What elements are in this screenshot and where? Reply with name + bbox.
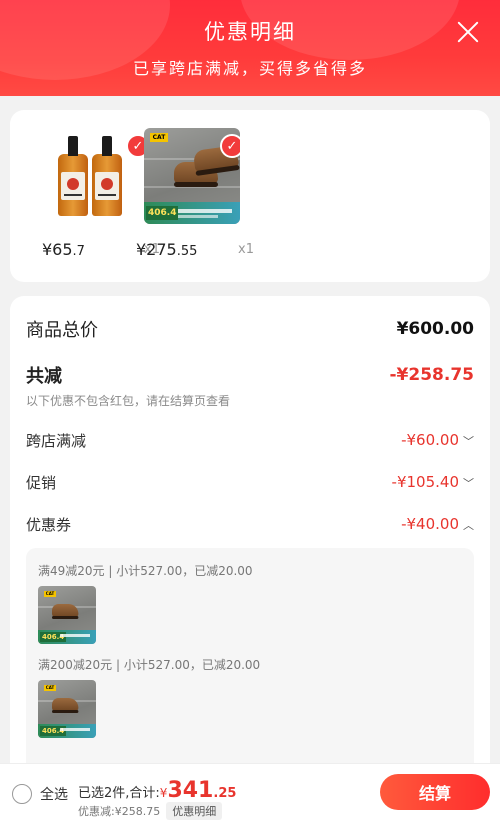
bottle-graphic <box>58 136 88 216</box>
coupon-discount-row[interactable]: 优惠券 -¥40.00 ︿ <box>26 512 474 536</box>
goods-total-row: 商品总价 ¥600.00 <box>26 316 474 342</box>
page-subtitle: 已享跨店满减，买得多省得多 <box>132 59 367 78</box>
brand-logo: CAT <box>44 685 56 691</box>
selected-check-icon[interactable]: ✓ <box>220 134 240 158</box>
cross-store-discount-row[interactable]: 跨店满减 -¥60.00 ﹀ <box>26 428 474 452</box>
row-label: 跨店满减 <box>26 431 87 450</box>
select-all-label[interactable]: 全选 <box>40 784 68 804</box>
brand-logo: CAT <box>44 591 56 597</box>
selected-products-card: ✓ ¥65.7 x1 CAT 406.4 ✓ ¥275.55 x1 <box>10 110 490 282</box>
discount-summary: 优惠减:¥258.75 优惠明细 <box>78 802 223 820</box>
row-value: -¥105.40 ﹀ <box>391 473 474 491</box>
row-value: -¥40.00 ︿ <box>401 515 474 533</box>
coupon-product-thumb[interactable]: CAT 406.4 <box>38 586 96 644</box>
brand-logo: CAT <box>150 133 168 142</box>
promo-strip: 406.4 <box>38 630 96 644</box>
selected-check-icon[interactable]: ✓ <box>126 134 146 158</box>
promotion-discount-row[interactable]: 促销 -¥105.40 ﹀ <box>26 470 474 494</box>
selected-total: 已选2件,合计:¥341.25 <box>78 778 237 803</box>
row-label: 促销 <box>26 473 57 492</box>
close-icon[interactable] <box>454 18 482 46</box>
promo-strip: 406.4 <box>144 202 240 224</box>
bottle-graphic <box>92 136 122 216</box>
product-quantity: x1 <box>238 242 254 257</box>
coupon-rule-text: 满200减20元 | 小计527.00，已减20.00 <box>38 658 261 672</box>
total-reduction-row: 共减 -¥258.75 <box>26 362 474 388</box>
chevron-up-icon[interactable]: ︿ <box>463 517 474 533</box>
discount-note: 以下优惠不包含红包，请在结算页查看 <box>26 394 231 408</box>
chevron-down-icon[interactable]: ﹀ <box>463 433 474 449</box>
product-price: ¥275.55 <box>136 240 198 259</box>
checkout-button[interactable]: 结算 <box>380 774 490 810</box>
promo-strip: 406.4 <box>38 724 96 738</box>
row-value: -¥60.00 ﹀ <box>401 431 474 449</box>
goods-total-label: 商品总价 <box>26 320 98 341</box>
checkout-bar: 全选 已选2件,合计:¥341.25 优惠减:¥258.75 优惠明细 结算 <box>0 763 500 820</box>
promo-detail-button[interactable]: 优惠明细 <box>166 802 223 820</box>
row-label: 优惠券 <box>26 515 72 534</box>
chevron-down-icon[interactable]: ﹀ <box>463 475 474 491</box>
select-all-radio[interactable] <box>12 784 32 804</box>
product-image-shoes[interactable]: CAT 406.4 ✓ <box>144 128 240 224</box>
coupon-product-thumb[interactable]: CAT 406.4 <box>38 680 96 738</box>
promo-detail-header: 优惠明细 已享跨店满减，买得多省得多 <box>0 0 500 96</box>
total-reduction-value: -¥258.75 <box>389 365 475 385</box>
goods-total-value: ¥600.00 <box>396 319 474 339</box>
coupon-rule-text: 满49减20元 | 小计527.00，已减20.00 <box>38 564 253 578</box>
total-reduction-label: 共减 <box>26 366 62 387</box>
product-price: ¥65.7 <box>42 240 85 259</box>
discount-detail-card: 商品总价 ¥600.00 共减 -¥258.75 以下优惠不包含红包，请在结算页… <box>10 296 490 820</box>
page-title: 优惠明细 <box>204 20 296 44</box>
product-image-whisky[interactable]: ✓ <box>50 128 146 224</box>
